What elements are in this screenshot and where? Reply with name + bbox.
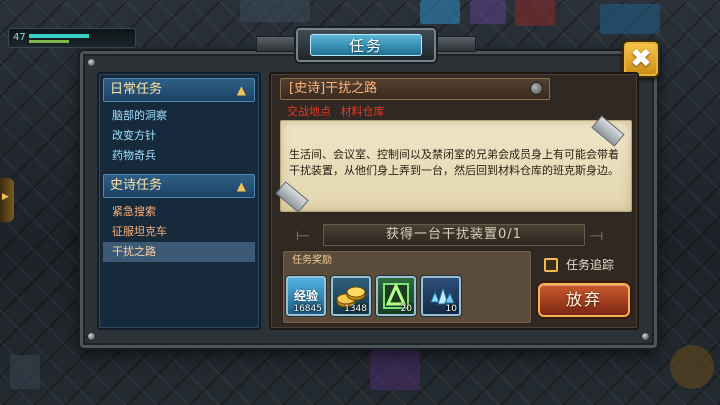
knob-icon	[530, 82, 543, 95]
quest-location: 交战地点 材料仓库	[287, 103, 385, 119]
quest-item[interactable]: 紧急搜索	[103, 202, 255, 222]
objective-deco-left: ⟝	[296, 225, 310, 244]
exp-icon: 经验	[293, 289, 318, 303]
quest-description-scroll: 生活间、会议室、控制间以及禁闭室的兄弟会成员身上有可能会带着干扰装置，从他们身上…	[275, 115, 632, 213]
player-level: 47	[13, 32, 26, 43]
background-tile	[240, 0, 310, 22]
abandon-button[interactable]: 放弃	[538, 283, 630, 317]
quest-description: 生活间、会议室、控制间以及禁闭室的兄弟会成员身上有可能会带着干扰装置，从他们身上…	[289, 148, 619, 177]
reward-label: 任务奖励	[292, 255, 332, 266]
reward-qty: 20	[400, 304, 412, 314]
quest-item[interactable]: 改变方针	[103, 126, 255, 146]
background-tile	[420, 0, 460, 24]
window-title: 任务	[310, 34, 422, 56]
reward-green-crystal[interactable]: 20	[376, 276, 416, 316]
quest-objective: 获得一台干扰装置0/1	[323, 224, 585, 246]
rivet	[87, 58, 96, 67]
reward-qty: 10	[445, 304, 457, 314]
location-label: 交战地点	[287, 105, 331, 118]
rivet	[87, 332, 96, 341]
reward-qty: 1348	[344, 304, 367, 314]
quest-title: [史诗]干扰之路	[289, 81, 378, 96]
quest-list-panel: 日常任务 ▲ 脑部的洞察 改变方针 药物奇兵 史诗任务 ▲ 紧急搜索 征服坦克车…	[97, 72, 261, 330]
side-expand-tab[interactable]	[0, 178, 14, 222]
title-plate-arm	[432, 36, 476, 52]
category-epic-quests[interactable]: 史诗任务 ▲	[103, 174, 255, 198]
quest-item[interactable]: 征服坦克车	[103, 222, 255, 242]
background-tile	[10, 355, 40, 389]
rivet	[641, 332, 650, 341]
chevron-up-icon: ▲	[236, 179, 246, 193]
background-tile	[515, 0, 555, 26]
track-label: 任务追踪	[566, 258, 615, 272]
category-daily-quests[interactable]: 日常任务 ▲	[103, 78, 255, 102]
objective-deco-right: ⟞	[590, 225, 604, 244]
background-tile	[670, 345, 714, 389]
quest-item[interactable]: 药物奇兵	[103, 146, 255, 166]
reward-exp[interactable]: 经验 16845	[286, 276, 326, 316]
quest-item-selected[interactable]: 干扰之路	[103, 242, 255, 262]
xp-bar-fill	[29, 40, 69, 43]
quest-title-bar: [史诗]干扰之路	[280, 78, 550, 100]
category-label: 史诗任务	[110, 178, 163, 193]
reward-qty: 16845	[293, 304, 322, 314]
player-status-bar: 47	[8, 28, 136, 48]
chevron-up-icon: ▲	[236, 83, 246, 97]
quest-track-toggle[interactable]: 任务追踪	[544, 256, 614, 273]
hp-bar-fill	[29, 34, 89, 38]
category-label: 日常任务	[110, 82, 163, 97]
background-tile	[470, 0, 506, 24]
reward-blue-crystals[interactable]: 10	[421, 276, 461, 316]
track-checkbox[interactable]	[544, 257, 558, 272]
location-value: 材料仓库	[340, 105, 385, 118]
scroll-clip-icon	[275, 181, 309, 213]
background-tile	[600, 4, 660, 34]
quest-item[interactable]: 脑部的洞察	[103, 106, 255, 126]
close-icon: ✖	[630, 44, 652, 74]
title-plate-arm	[256, 36, 300, 52]
window-title-plate: 任务	[296, 28, 436, 62]
reward-gold[interactable]: 1348	[331, 276, 371, 316]
scroll-clip-icon	[591, 115, 625, 147]
background-tile	[370, 350, 420, 390]
